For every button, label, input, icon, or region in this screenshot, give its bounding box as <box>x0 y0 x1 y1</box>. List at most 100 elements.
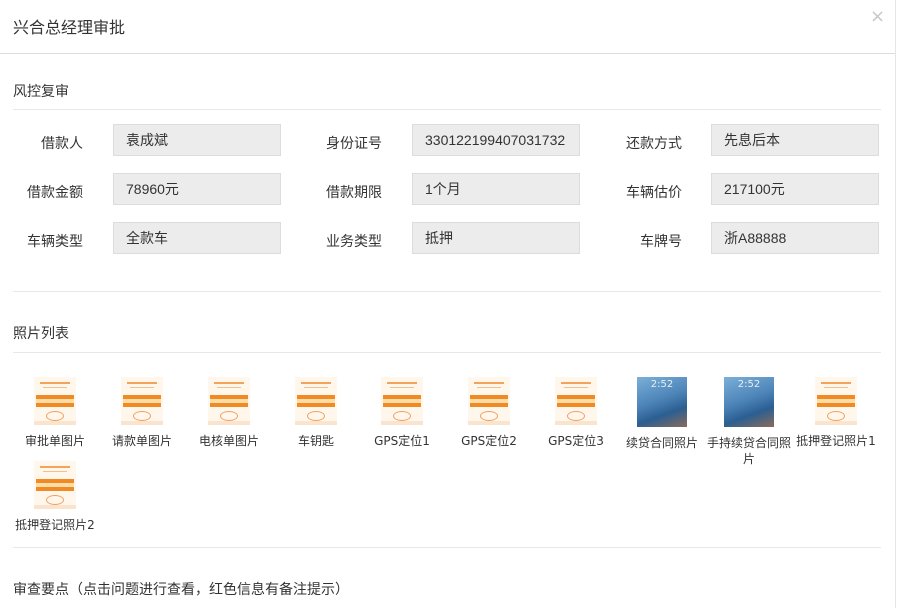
thumbnail-graphic <box>295 421 337 425</box>
loan-amount-label: 借款金额 <box>27 185 83 201</box>
thumbnail-graphic <box>36 483 74 487</box>
photo-thumbnail[interactable]: 2:52 <box>637 377 687 427</box>
thumbnail-graphic <box>383 399 421 403</box>
thumbnail-graphic <box>297 399 335 403</box>
photo-item[interactable]: 请款单图片 <box>97 377 187 449</box>
photo-item[interactable]: 审批单图片 <box>10 377 100 449</box>
thumbnail-graphic <box>46 411 64 421</box>
repayment-method-label: 还款方式 <box>626 136 682 152</box>
vehicle-type-label: 车辆类型 <box>27 234 83 250</box>
thumbnail-graphic <box>557 399 595 403</box>
photo-item[interactable]: 2:52 续贷合同照片 <box>617 377 707 451</box>
divider <box>13 547 881 548</box>
thumbnail-graphic <box>470 399 508 403</box>
section-title-photo-list: 照片列表 <box>13 326 69 342</box>
thumbnail-graphic <box>133 411 151 421</box>
thumbnail-graphic <box>43 471 67 472</box>
thumbnail-graphic <box>564 387 588 388</box>
divider <box>13 352 881 353</box>
photo-item[interactable]: 2:52 手持续贷合同照片 <box>704 377 794 467</box>
thumbnail-graphic <box>821 382 851 384</box>
thumbnail-graphic <box>381 421 423 425</box>
thumbnail-graphic <box>208 421 250 425</box>
photo-thumbnail[interactable] <box>121 377 163 425</box>
thumbnail-graphic <box>817 399 855 403</box>
thumbnail-graphic <box>127 382 157 384</box>
thumbnail-graphic <box>480 411 498 421</box>
thumbnail-graphic <box>217 387 241 388</box>
thumbnail-graphic <box>34 505 76 509</box>
thumbnail-graphic <box>555 421 597 425</box>
photo-thumbnail[interactable] <box>468 377 510 425</box>
thumbnail-graphic <box>477 387 501 388</box>
photo-thumbnail[interactable] <box>34 461 76 509</box>
photo-thumbnail[interactable] <box>295 377 337 425</box>
photo-label[interactable]: 电核单图片 <box>184 433 274 449</box>
divider <box>13 109 881 110</box>
business-type-label: 业务类型 <box>326 234 382 250</box>
thumbnail-graphic <box>387 382 417 384</box>
photo-label[interactable]: 手持续贷合同照片 <box>704 435 794 467</box>
photo-item[interactable]: GPS定位1 <box>357 377 447 449</box>
business-type-field: 抵押 <box>412 222 580 254</box>
thumbnail-graphic <box>43 387 67 388</box>
photo-label[interactable]: 续贷合同照片 <box>617 435 707 451</box>
photo-item[interactable]: GPS定位3 <box>531 377 621 449</box>
thumbnail-graphic <box>468 421 510 425</box>
photo-label[interactable]: GPS定位3 <box>531 433 621 449</box>
thumbnail-graphic <box>827 411 845 421</box>
photo-item[interactable]: 车钥匙 <box>271 377 361 449</box>
plate-number-field: 浙A88888 <box>711 222 879 254</box>
thumbnail-graphic <box>214 382 244 384</box>
thumbnail-graphic <box>123 399 161 403</box>
photo-label[interactable]: 请款单图片 <box>97 433 187 449</box>
photo-thumbnail[interactable] <box>555 377 597 425</box>
photo-item[interactable]: GPS定位2 <box>444 377 534 449</box>
thumbnail-graphic <box>815 421 857 425</box>
photo-item[interactable]: 抵押登记照片1 <box>791 377 881 449</box>
thumbnail-graphic <box>561 382 591 384</box>
thumbnail-graphic <box>121 421 163 425</box>
borrower-label: 借款人 <box>41 136 83 152</box>
loan-amount-field: 78960元 <box>113 173 281 205</box>
photo-label[interactable]: GPS定位2 <box>444 433 534 449</box>
photo-thumbnail[interactable] <box>815 377 857 425</box>
photo-item[interactable]: 电核单图片 <box>184 377 274 449</box>
plate-number-label: 车牌号 <box>640 234 682 250</box>
loan-term-field: 1个月 <box>412 173 580 205</box>
thumbnail-graphic <box>393 411 411 421</box>
borrower-field: 袁成斌 <box>113 124 281 156</box>
thumbnail-graphic <box>304 387 328 388</box>
thumbnail-graphic <box>474 382 504 384</box>
photo-thumbnail[interactable]: 2:52 <box>724 377 774 427</box>
vehicle-type-field: 全款车 <box>113 222 281 254</box>
thumbnail-graphic <box>307 411 325 421</box>
photo-label[interactable]: GPS定位1 <box>357 433 447 449</box>
photo-thumbnail[interactable] <box>381 377 423 425</box>
loan-term-label: 借款期限 <box>326 185 382 201</box>
thumbnail-graphic <box>40 466 70 468</box>
photo-thumbnail[interactable] <box>34 377 76 425</box>
close-icon[interactable]: × <box>870 7 885 27</box>
vehicle-valuation-field: 217100元 <box>711 173 879 205</box>
thumbnail-graphic <box>390 387 414 388</box>
photo-thumbnail[interactable] <box>208 377 250 425</box>
phone-clock-text: 2:52 <box>737 379 761 390</box>
vehicle-valuation-label: 车辆估价 <box>626 185 682 201</box>
divider <box>13 291 881 292</box>
thumbnail-graphic <box>130 387 154 388</box>
thumbnail-graphic <box>824 387 848 388</box>
thumbnail-graphic <box>301 382 331 384</box>
photo-label[interactable]: 抵押登记照片1 <box>791 433 881 449</box>
photo-label[interactable]: 审批单图片 <box>10 433 100 449</box>
thumbnail-graphic <box>46 495 64 505</box>
photo-item[interactable]: 抵押登记照片2 <box>10 461 100 533</box>
thumbnail-graphic <box>567 411 585 421</box>
id-number-label: 身份证号 <box>326 136 382 152</box>
photo-label[interactable]: 车钥匙 <box>271 433 361 449</box>
section-title-risk-review: 风控复审 <box>13 84 69 100</box>
photo-label[interactable]: 抵押登记照片2 <box>10 517 100 533</box>
thumbnail-graphic <box>40 382 70 384</box>
thumbnail-graphic <box>34 421 76 425</box>
thumbnail-graphic <box>36 399 74 403</box>
